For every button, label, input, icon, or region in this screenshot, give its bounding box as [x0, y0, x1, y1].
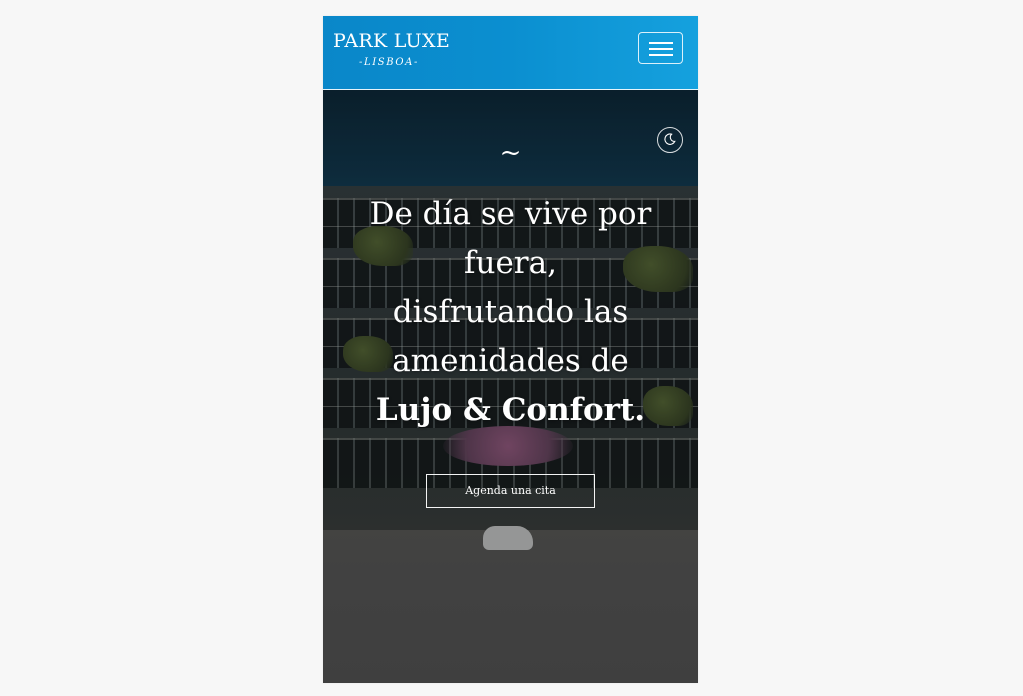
- hero-section: ~ De día se vive por fuera, disfrutando …: [323, 90, 698, 683]
- hamburger-menu-icon-bar: [649, 54, 673, 56]
- hero-headline: De día se vive por fuera, disfrutando la…: [343, 190, 678, 435]
- headline-line: fuera,: [464, 245, 557, 281]
- book-appointment-button[interactable]: Agenda una cita: [426, 474, 595, 508]
- menu-toggle-button[interactable]: [638, 32, 683, 64]
- headline-line: disfrutando las: [392, 294, 629, 330]
- brand-logo[interactable]: PARK LUXE -LISBOA-: [333, 30, 450, 70]
- brand-city: -LISBOA-: [359, 57, 419, 68]
- site-header: PARK LUXE -LISBOA-: [323, 16, 698, 90]
- hamburger-menu-icon-bar: [649, 48, 673, 50]
- hamburger-menu-icon: [649, 42, 673, 44]
- headline-emphasis: Lujo & Confort.: [375, 392, 646, 428]
- headline-line: amenidades de: [392, 343, 629, 379]
- decorative-tilde: ~: [499, 138, 522, 168]
- mobile-viewport: PARK LUXE -LISBOA- ~ De día se vive por …: [323, 16, 698, 683]
- brand-name: PARK LUXE: [333, 30, 450, 52]
- headline-line: De día se vive por: [369, 196, 652, 232]
